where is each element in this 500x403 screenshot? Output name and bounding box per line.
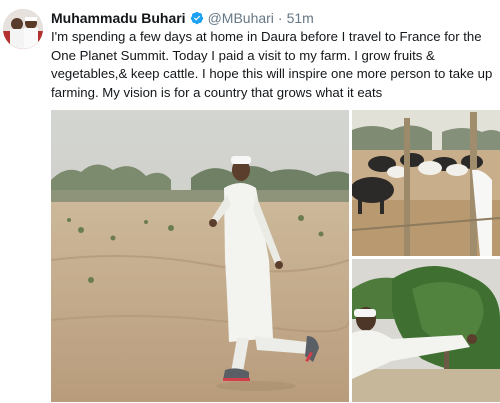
avatar-image [3, 9, 43, 49]
photo-tree [352, 259, 500, 402]
tweet-photo-cattle[interactable] [352, 110, 500, 256]
verified-badge-icon [190, 11, 204, 25]
tweet-text: I'm spending a few days at home in Daura… [51, 29, 493, 100]
photo-farm-walk [51, 110, 349, 402]
avatar[interactable] [3, 9, 43, 49]
author-name[interactable]: Muhammadu Buhari [51, 10, 186, 26]
photo-cattle [352, 110, 500, 256]
tweet-photo-farm-walk[interactable] [51, 110, 349, 402]
author-handle[interactable]: @MBuhari [208, 10, 274, 26]
tweet-photo-tree[interactable] [352, 259, 500, 402]
tweet-timestamp[interactable]: 51m [287, 10, 314, 26]
meta-separator: · [277, 10, 283, 26]
tweet-header: Muhammadu Buhari @MBuhari · 51m [51, 9, 314, 27]
